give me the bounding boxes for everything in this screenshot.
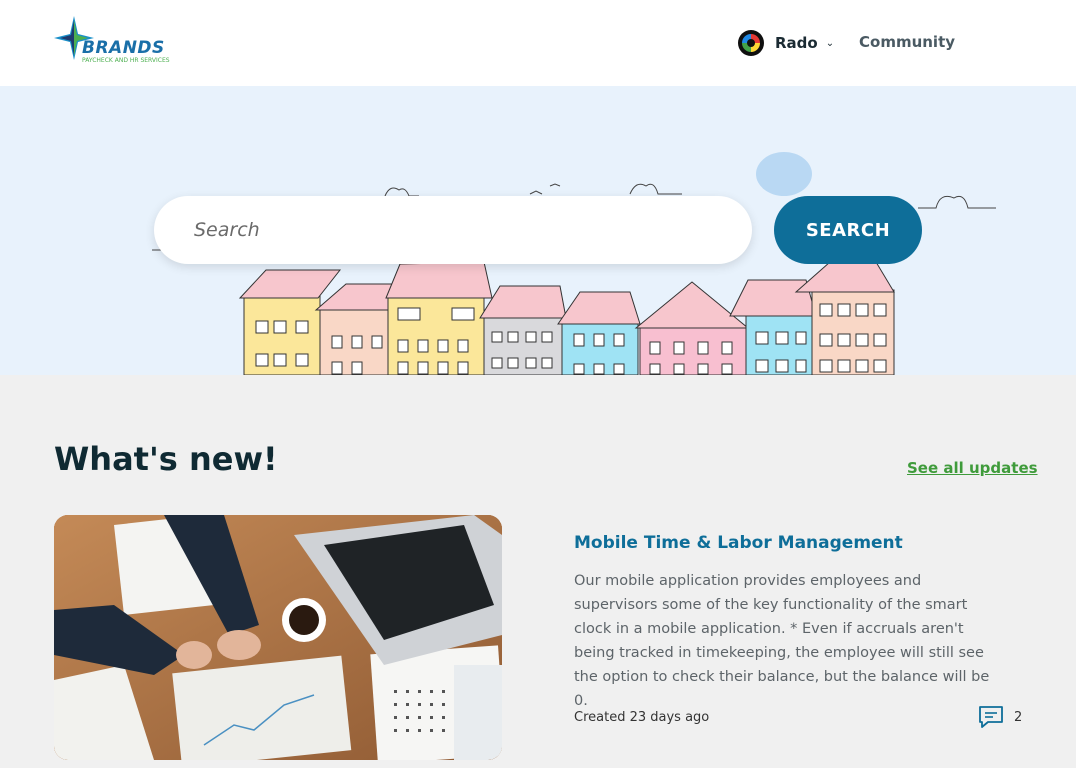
logo-text: BRANDS (82, 38, 165, 58)
user-menu[interactable]: Rado ⌄ (738, 29, 834, 57)
top-header: BRANDS PAYCHECK AND HR SERVICES Rado ⌄ C… (0, 0, 1076, 86)
brand-logo[interactable]: BRANDS PAYCHECK AND HR SERVICES (54, 16, 182, 66)
article-image[interactable] (54, 515, 502, 760)
user-name: Rado (775, 34, 818, 52)
article-description: Our mobile application provides employee… (574, 573, 990, 709)
avatar (738, 30, 764, 56)
chevron-down-icon: ⌄ (825, 37, 835, 49)
hero-banner: SEARCH (0, 86, 1076, 375)
see-all-updates-link[interactable]: See all updates (907, 459, 1038, 477)
section-title: What's new! (54, 440, 278, 478)
comment-icon (979, 706, 1003, 728)
article-title-link[interactable]: Mobile Time & Labor Management (574, 533, 903, 553)
logo-subtext: PAYCHECK AND HR SERVICES (82, 57, 170, 64)
created-timestamp: Created 23 days ago (574, 710, 710, 725)
comments-button[interactable]: 2 (978, 705, 1022, 729)
search-bar (154, 196, 752, 264)
search-input[interactable] (194, 196, 714, 264)
search-button[interactable]: SEARCH (774, 196, 922, 264)
community-link[interactable]: Community (859, 33, 955, 51)
comment-count: 2 (1014, 709, 1023, 725)
